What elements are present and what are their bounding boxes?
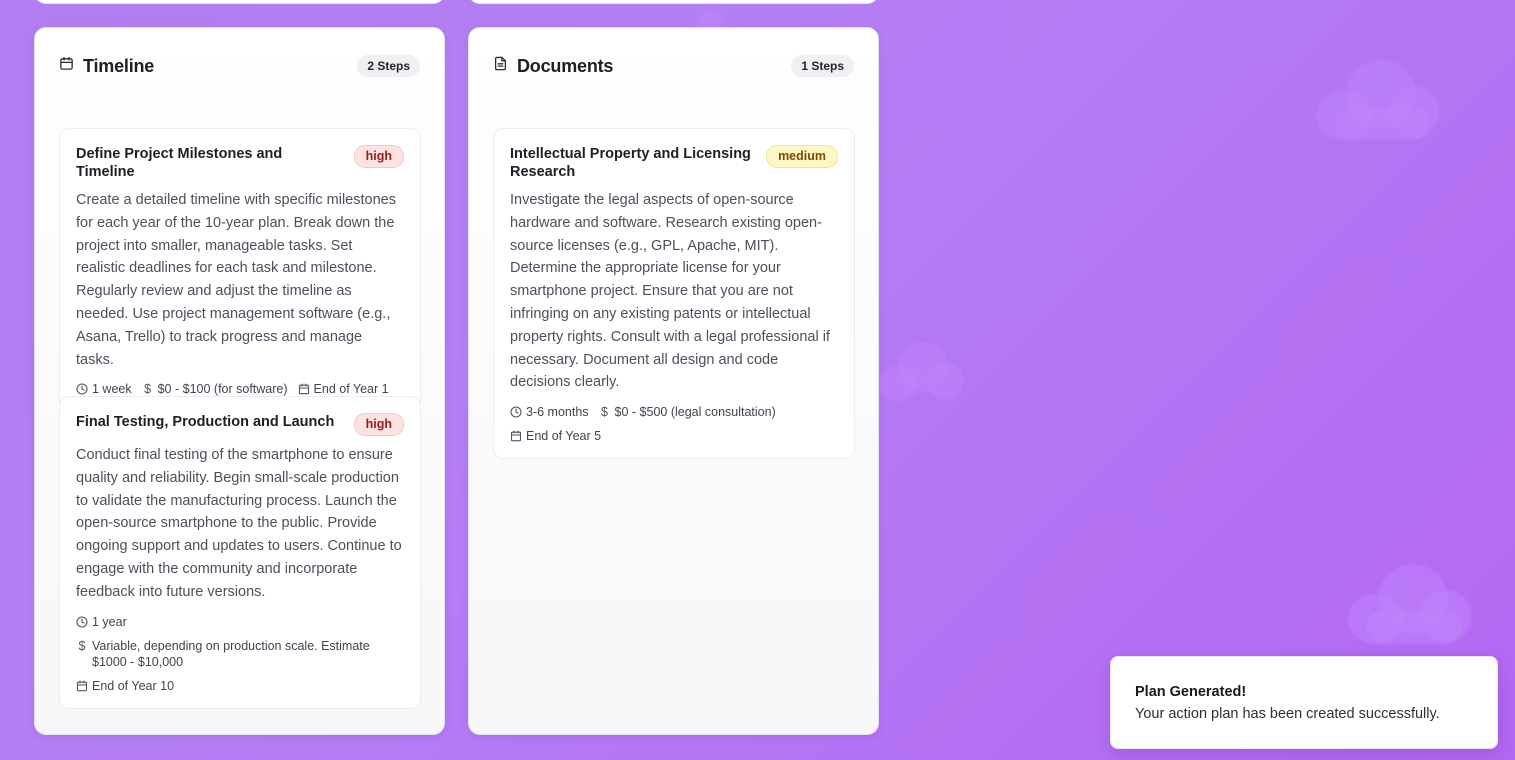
cost-text: Variable, depending on production scale.… [92,638,370,669]
dollar-icon: $ [144,382,152,397]
column-stub [468,0,879,4]
duration-meta: 1 year [76,614,404,630]
steps-badge: 1 Steps [791,55,854,77]
deadline-meta: End of Year 1 [298,381,389,397]
deadline-text: End of Year 5 [526,429,602,444]
card-description: Conduct final testing of the smartphone … [76,447,402,600]
toast-message: Your action plan has been created succes… [1135,706,1440,722]
priority-badge: high [353,145,404,168]
cloud-decoration [1316,58,1442,144]
action-card[interactable]: Define Project Milestones and Timeline h… [59,128,421,413]
dollar-icon: $ [78,638,86,653]
duration-text: 3-6 months [526,405,589,420]
action-card[interactable]: Final Testing, Production and Launch hig… [59,396,421,709]
card-title: Define Project Milestones and Timeline [76,146,283,180]
document-icon [493,56,508,76]
calendar-icon [59,56,74,76]
toast-title: Plan Generated! [1135,684,1247,700]
cost-text: $0 - $500 (legal consultation) [614,405,776,420]
card-description: Investigate the legal aspects of open-so… [510,192,830,391]
cloud-decoration [878,340,964,406]
cost-meta: $ $0 - $500 (legal consultation) [599,404,776,420]
column-header: Timeline 2 Steps [59,54,420,78]
duration-text: 1 year [92,614,127,629]
duration-meta: 1 week [76,381,132,397]
column-stub [34,0,445,4]
clock-icon [76,616,88,628]
duration-text: 1 week [92,382,132,397]
card-description: Create a detailed timeline with specific… [76,192,396,368]
deadline-text: End of Year 10 [92,678,175,693]
deadline-meta: End of Year 5 [510,428,838,444]
calendar-icon [510,430,522,442]
card-title: Intellectual Property and Licensing Rese… [510,146,751,180]
steps-badge: 2 Steps [357,55,420,77]
cost-meta: $ $0 - $100 (for software) [142,381,288,397]
cost-text: $0 - $100 (for software) [157,382,288,397]
dollar-icon: $ [601,405,608,420]
documents-column: Documents 1 Steps Intellectual Property … [468,27,879,735]
column-title: Documents [517,55,614,76]
deadline-meta: End of Year 10 [76,678,404,694]
duration-meta: 3-6 months [510,404,589,420]
column-title: Timeline [83,55,155,76]
card-title: Final Testing, Production and Launch [76,414,335,430]
timeline-column: Timeline 2 Steps Define Project Mileston… [34,27,445,735]
toast-notification[interactable]: Plan Generated! Your action plan has bee… [1110,656,1498,749]
action-card[interactable]: Intellectual Property and Licensing Rese… [493,128,855,460]
deadline-text: End of Year 1 [313,382,389,397]
cloud-decoration [1348,562,1474,648]
calendar-icon [298,383,309,395]
column-header: Documents 1 Steps [493,54,854,78]
clock-icon [510,406,522,418]
clock-icon [76,383,88,395]
priority-badge: medium [766,145,838,168]
priority-badge: high [353,413,404,436]
calendar-icon [76,680,88,691]
cost-meta: $ Variable, depending on production scal… [76,638,404,670]
